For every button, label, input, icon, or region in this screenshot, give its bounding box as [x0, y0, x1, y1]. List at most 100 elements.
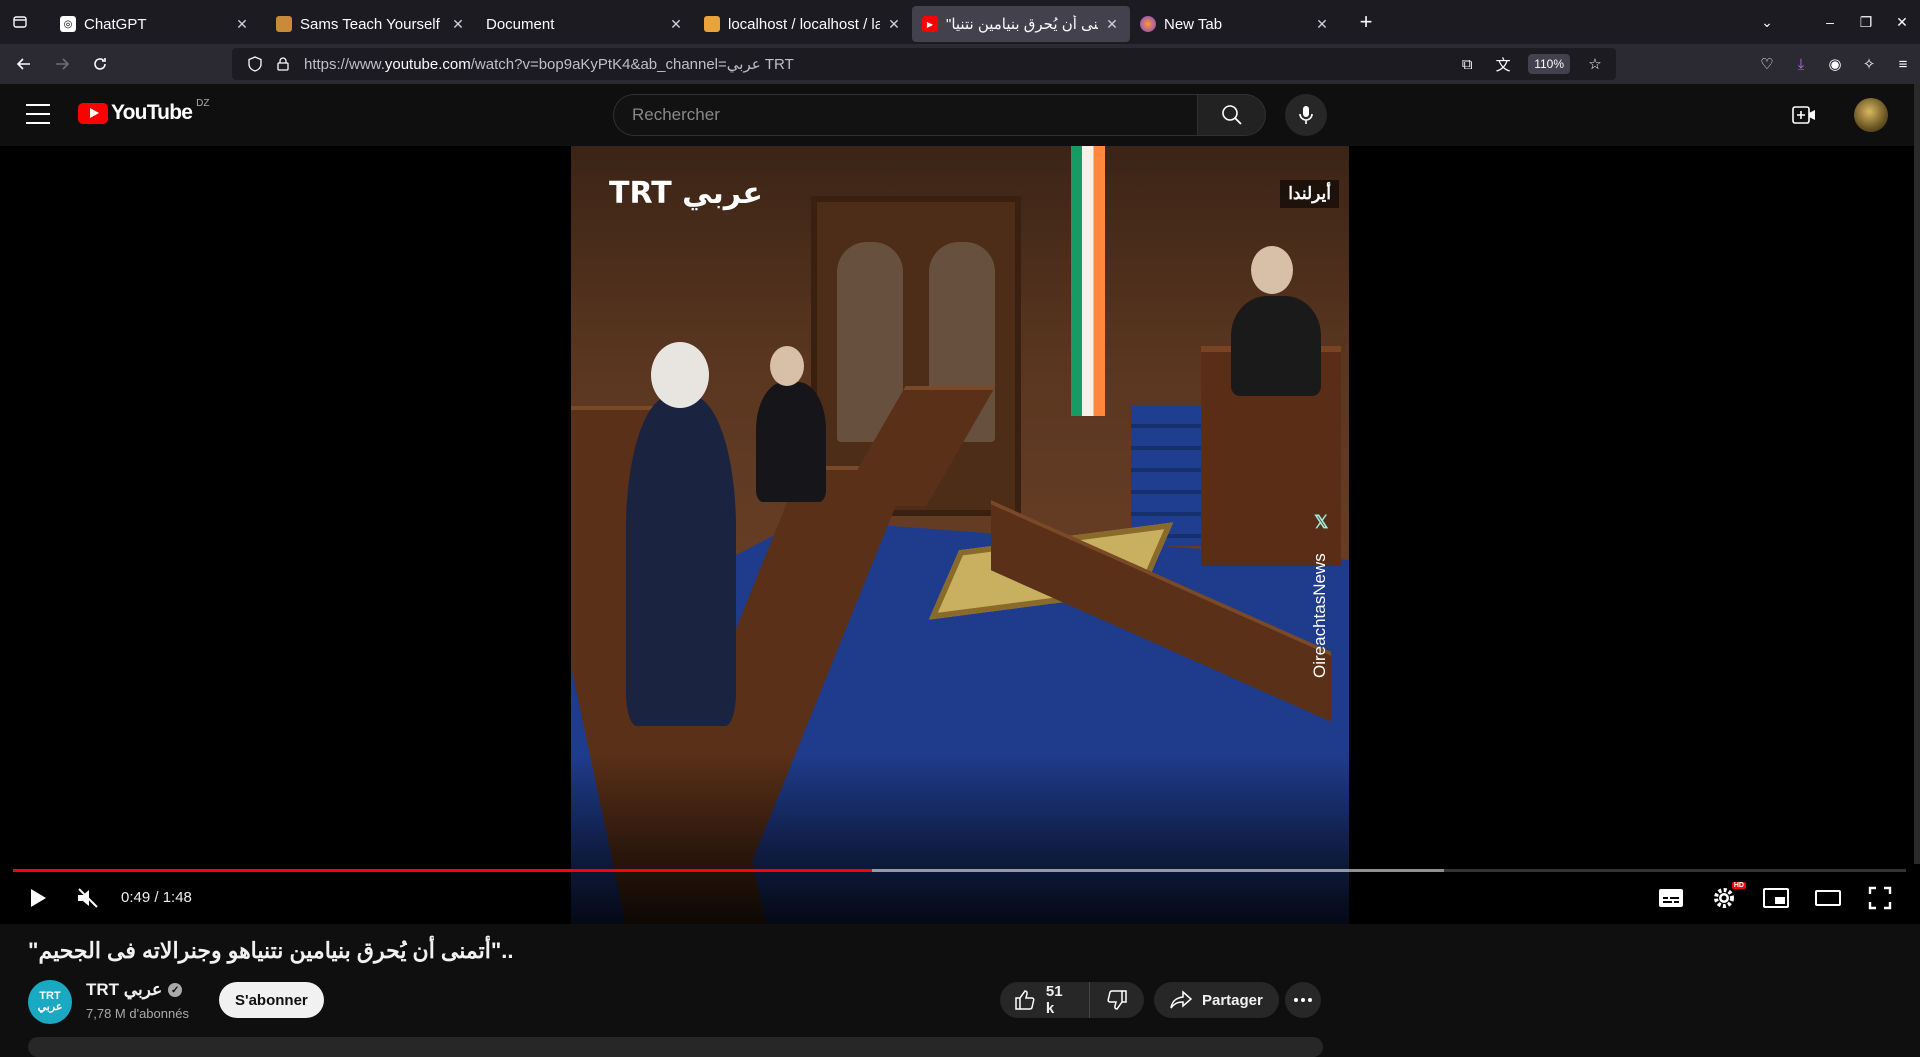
- guide-menu-icon[interactable]: [26, 104, 50, 124]
- tab-title: "أتمنى أن يُحرق بنيامين نتنيا: [946, 16, 1098, 33]
- subtitles-button[interactable]: [1655, 876, 1687, 920]
- tab-overview-icon[interactable]: [0, 0, 40, 44]
- close-tab-icon[interactable]: ✕: [1314, 16, 1330, 32]
- create-video-button[interactable]: [1790, 102, 1818, 128]
- tab-title: Document: [486, 15, 555, 33]
- youtube-wordmark: YouTube: [111, 101, 193, 124]
- download-icon[interactable]: ⤓: [1790, 53, 1812, 75]
- country-label: أيرلندا: [1280, 180, 1339, 208]
- progress-bar[interactable]: [13, 869, 1906, 872]
- youtube-logo[interactable]: YouTube DZ: [78, 97, 210, 125]
- close-tab-icon[interactable]: ✕: [668, 16, 684, 32]
- search-input[interactable]: Rechercher: [613, 94, 1198, 136]
- youtube-header: YouTube DZ Rechercher: [0, 84, 1920, 146]
- x-logo-icon: 𝕏: [1314, 512, 1329, 532]
- browser-tab-uml[interactable]: Sams Teach Yourself UML ✕: [266, 6, 476, 42]
- bookmark-star-icon[interactable]: ☆: [1584, 53, 1606, 75]
- description-box[interactable]: [28, 1037, 1323, 1057]
- more-actions-button[interactable]: [1285, 982, 1321, 1018]
- browser-tab-chatgpt[interactable]: ◎ ChatGPT ✕: [50, 6, 260, 42]
- play-button[interactable]: [22, 876, 54, 920]
- close-tab-icon[interactable]: ✕: [1104, 16, 1120, 32]
- share-icon: [1170, 990, 1192, 1009]
- new-tab-button[interactable]: +: [1348, 4, 1384, 40]
- tab-list-chevron-icon[interactable]: ⌄: [1752, 14, 1782, 31]
- country-code: DZ: [196, 97, 210, 109]
- book-favicon-icon: [276, 16, 292, 32]
- phpmyadmin-favicon-icon: [704, 16, 720, 32]
- search-icon: [1221, 105, 1242, 125]
- browser-tab-document[interactable]: Document ✕: [476, 6, 694, 42]
- settings-button[interactable]: HD: [1708, 876, 1746, 920]
- browser-tab-localhost[interactable]: localhost / localhost / lara ✕: [694, 6, 912, 42]
- toolbar-right: ♡ ⤓ ◉ ✧ ≡: [1756, 44, 1914, 84]
- channel-avatar[interactable]: TRT عربي: [28, 980, 72, 1024]
- channel-name[interactable]: TRT عربي: [86, 980, 162, 1000]
- fullscreen-button[interactable]: [1864, 876, 1896, 920]
- share-button[interactable]: Partager: [1154, 982, 1279, 1018]
- url-path: /watch?v=bop9aKyPtK4&ab_channel=عربي TRT: [470, 56, 794, 73]
- video-scene-chair-head: [1251, 246, 1293, 294]
- account-icon[interactable]: ◉: [1824, 53, 1846, 75]
- channel-name-row[interactable]: TRT عربي ✓: [86, 980, 183, 1000]
- minimize-icon[interactable]: –: [1815, 14, 1845, 30]
- back-button[interactable]: [8, 48, 40, 80]
- youtube-favicon-icon: ▶: [922, 16, 938, 32]
- browser-tab-new-tab[interactable]: New Tab ✕: [1130, 6, 1340, 42]
- tab-title: localhost / localhost / lara: [728, 15, 880, 33]
- translate-icon[interactable]: 文: [1492, 53, 1514, 75]
- video-player[interactable]: TRT عربي أيرلندا 𝕏 OireachtasNews 0:49 /…: [0, 146, 1920, 924]
- video-frame[interactable]: TRT عربي أيرلندا: [571, 146, 1349, 924]
- close-window-icon[interactable]: ✕: [1887, 14, 1917, 31]
- video-scene-chair: [1231, 296, 1321, 396]
- close-tab-icon[interactable]: ✕: [234, 16, 250, 32]
- forward-button[interactable]: [46, 48, 78, 80]
- gear-icon: [1714, 888, 1734, 908]
- url-text[interactable]: https://www.youtube.com/watch?v=bop9aKyP…: [304, 55, 794, 73]
- volume-muted-icon: [78, 888, 98, 908]
- subscriber-count: 7,78 M d'abonnés: [86, 1006, 189, 1021]
- miniplayer-icon: [1763, 888, 1789, 908]
- dislike-button[interactable]: [1090, 982, 1144, 1018]
- miniplayer-button[interactable]: [1760, 876, 1792, 920]
- restore-icon[interactable]: ❐: [1851, 14, 1881, 31]
- like-dislike-group: 51 k: [1000, 982, 1144, 1018]
- url-bar-actions: ⧉ 文 110% ☆: [1456, 48, 1606, 80]
- close-tab-icon[interactable]: ✕: [450, 16, 466, 32]
- pocket-icon[interactable]: ♡: [1756, 53, 1778, 75]
- menu-icon[interactable]: ≡: [1892, 53, 1914, 75]
- like-button[interactable]: 51 k: [1000, 982, 1090, 1018]
- voice-search-button[interactable]: [1285, 94, 1327, 136]
- video-scene-usher-head: [770, 346, 804, 386]
- picture-in-picture-icon[interactable]: ⧉: [1456, 53, 1478, 75]
- mute-button[interactable]: [72, 876, 104, 920]
- search-button[interactable]: [1198, 94, 1266, 136]
- video-scene-usher: [756, 382, 826, 502]
- shield-icon[interactable]: [244, 53, 266, 75]
- browser-tab-youtube-active[interactable]: ▶ "أتمنى أن يُحرق بنيامين نتنيا ✕: [912, 6, 1130, 42]
- reload-button[interactable]: [84, 48, 116, 80]
- theater-mode-icon: [1815, 890, 1841, 906]
- played-bar: [13, 869, 872, 872]
- tab-title: ChatGPT: [84, 15, 147, 33]
- theater-mode-button[interactable]: [1812, 876, 1844, 920]
- oireachtas-watermark: OireachtasNews: [1310, 553, 1329, 678]
- lock-icon[interactable]: [272, 53, 294, 75]
- url-bar[interactable]: https://www.youtube.com/watch?v=bop9aKyP…: [232, 48, 1616, 80]
- subtitles-icon: [1659, 889, 1683, 907]
- video-title: "أتمنى أن يُحرق بنيامين نتنياهو وجنرالات…: [28, 938, 514, 963]
- subscribe-button[interactable]: S'abonner: [219, 982, 324, 1018]
- share-label: Partager: [1202, 991, 1263, 1009]
- time-display: 0:49 / 1:48: [121, 889, 192, 906]
- like-count: 51 k: [1045, 983, 1063, 1017]
- verified-check-icon: ✓: [168, 983, 183, 997]
- extensions-icon[interactable]: ✧: [1858, 53, 1880, 75]
- zoom-level-badge[interactable]: 110%: [1528, 54, 1570, 74]
- play-icon: [31, 889, 46, 907]
- close-tab-icon[interactable]: ✕: [886, 16, 902, 32]
- firefox-favicon-icon: [1140, 16, 1156, 32]
- microphone-icon: [1299, 106, 1313, 124]
- page-scrollbar[interactable]: [1914, 84, 1920, 864]
- video-scene-speaker: [626, 396, 736, 726]
- user-avatar[interactable]: [1854, 98, 1888, 132]
